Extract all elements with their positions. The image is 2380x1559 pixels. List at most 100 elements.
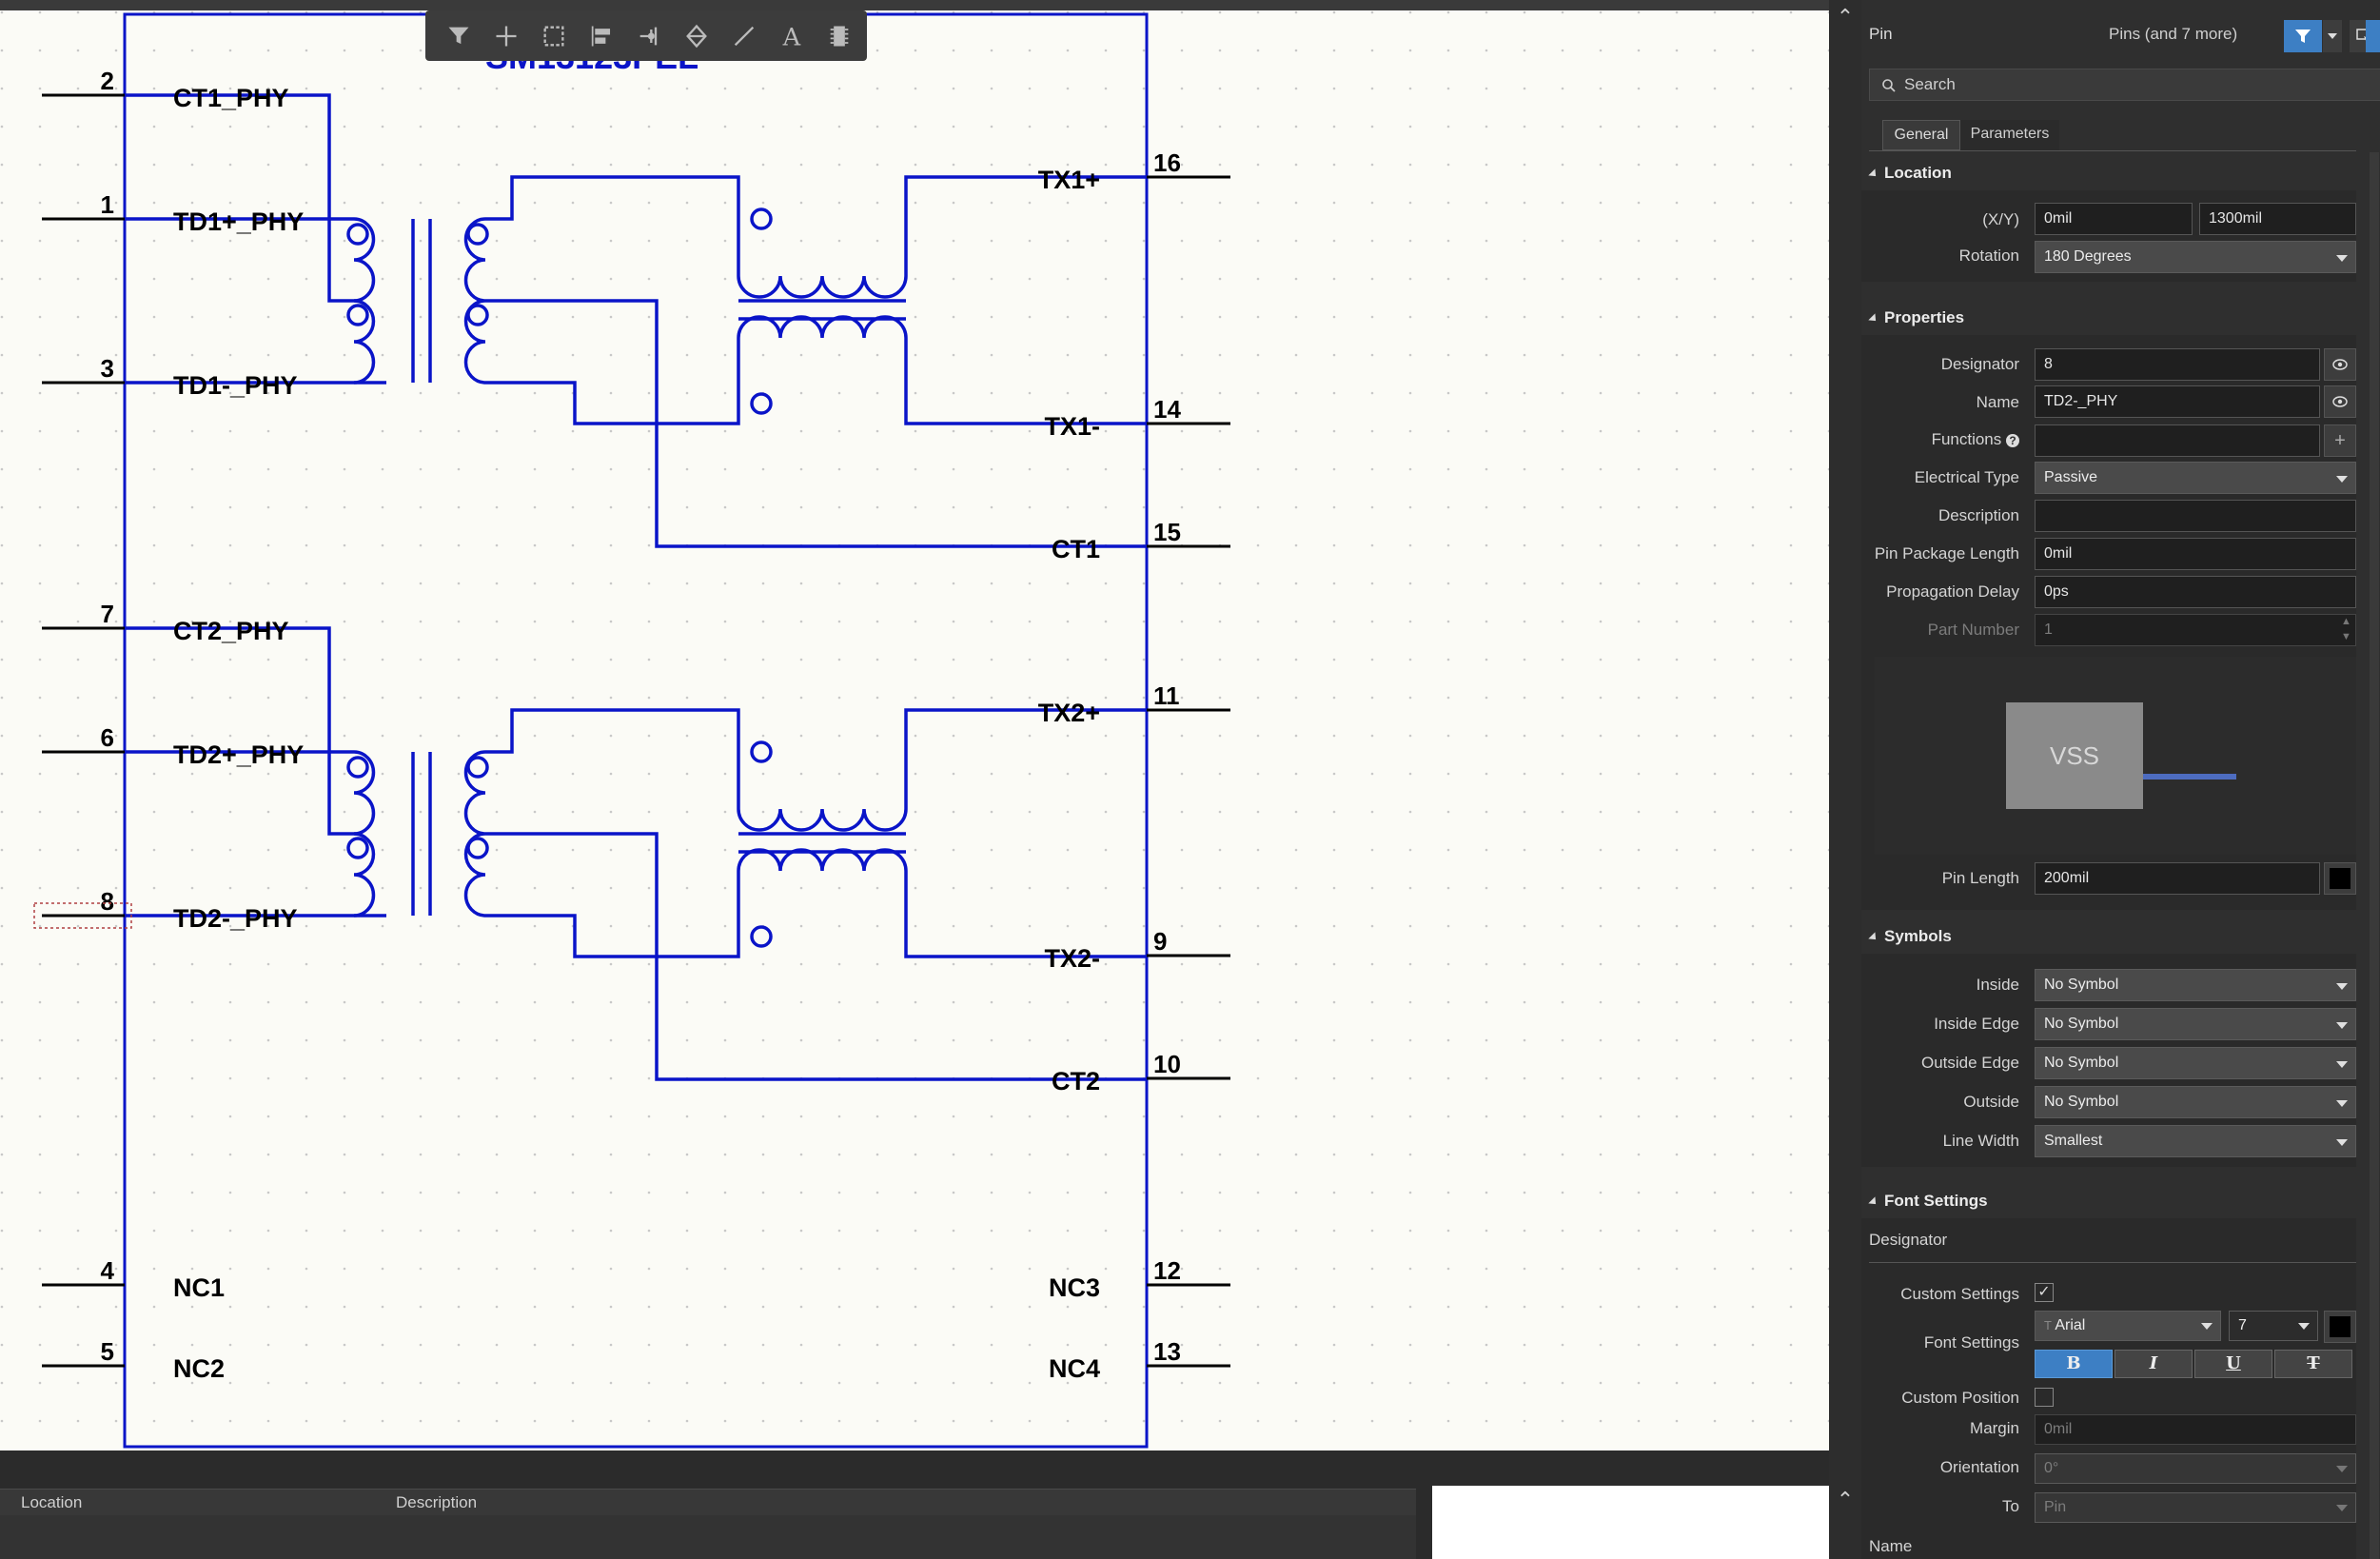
col-location[interactable]: Location — [21, 1493, 82, 1512]
pin-name: NC1 — [173, 1273, 225, 1302]
pin-preview: VSS — [1875, 657, 2356, 855]
outside-edge-select[interactable]: No Symbol — [2035, 1047, 2356, 1079]
fill-icon[interactable] — [673, 15, 720, 57]
select-rect-icon[interactable] — [530, 15, 578, 57]
tab-general[interactable]: General — [1882, 120, 1960, 150]
preview-box: VSS — [2006, 702, 2143, 809]
pin-number: 3 — [101, 354, 114, 383]
splitter[interactable] — [1829, 0, 1861, 1559]
pin-number: 11 — [1153, 681, 1180, 710]
margin-label: Margin — [1970, 1419, 2019, 1437]
pin-number: 6 — [101, 723, 114, 752]
outside-label: Outside — [1963, 1093, 2019, 1111]
pin-number: 1 — [101, 190, 114, 219]
search-input[interactable]: Search — [1869, 69, 2380, 101]
pin-name: TD1-_PHY — [173, 371, 298, 400]
add-function-icon[interactable]: + — [2324, 424, 2356, 457]
panel-divider — [0, 1450, 1829, 1489]
pin-icon[interactable] — [625, 15, 673, 57]
designator-visibility-icon[interactable] — [2324, 348, 2356, 381]
name-subheader: Name — [1869, 1537, 1913, 1555]
help-icon[interactable]: ? — [2006, 434, 2019, 447]
top-tab-strip — [0, 0, 1829, 10]
panel-scrollbar[interactable] — [2370, 152, 2379, 1559]
filter-dropdown-icon[interactable] — [2323, 20, 2342, 52]
font-color-swatch[interactable] — [2324, 1311, 2356, 1343]
expand-up-icon[interactable]: ⌃ — [1829, 1487, 1861, 1513]
name-label: Name — [1976, 393, 2019, 411]
symbols-section-header[interactable]: Symbols — [1868, 927, 1952, 946]
schematic-canvas[interactable]: SM13123PEL 2CT1_PHY1TD1+_PHY3TD1-_PHY7CT… — [0, 10, 1829, 1450]
functions-field[interactable] — [2035, 424, 2320, 457]
pin-number: 2 — [101, 67, 114, 95]
part-number-spinner-icon: ▲ ▼ — [2341, 616, 2351, 642]
collapse-up-icon[interactable]: ⌃ — [1829, 4, 1861, 30]
name-field[interactable]: TD2-_PHY — [2035, 385, 2320, 418]
properties-section-header[interactable]: Properties — [1868, 308, 1964, 327]
propagation-delay-field[interactable]: 0ps — [2035, 576, 2356, 608]
filter-icon[interactable] — [2284, 20, 2322, 52]
name-visibility-icon[interactable] — [2324, 385, 2356, 418]
font-select[interactable]: T Arial — [2035, 1311, 2221, 1341]
pin-length-field[interactable]: 200mil — [2035, 862, 2320, 895]
to-label: To — [2002, 1497, 2019, 1515]
subheader-divider — [1869, 1262, 2356, 1263]
crosshair-icon[interactable] — [482, 15, 530, 57]
pin-name: NC4 — [1049, 1354, 1100, 1383]
select-mode-active-icon[interactable] — [2366, 20, 2380, 52]
pin-name: CT1 — [1052, 535, 1100, 563]
pin-name: TX2+ — [1038, 699, 1100, 727]
pin-number: 12 — [1153, 1256, 1181, 1285]
underline-button[interactable]: U — [2194, 1350, 2272, 1378]
bold-button[interactable]: B — [2035, 1350, 2113, 1378]
functions-label: Functions ? — [1861, 430, 2019, 449]
pin-number: 15 — [1153, 518, 1181, 546]
line-icon[interactable] — [720, 15, 768, 57]
pin-name: TD2-_PHY — [173, 904, 298, 933]
inside-edge-select[interactable]: No Symbol — [2035, 1008, 2356, 1040]
location-section-header[interactable]: Location — [1868, 164, 1952, 183]
pin-number: 13 — [1153, 1337, 1181, 1366]
line-width-label: Line Width — [1942, 1132, 2019, 1150]
inside-label: Inside — [1976, 976, 2019, 994]
x-field[interactable]: 0mil — [2035, 203, 2193, 235]
pin-name: TX1- — [1044, 412, 1100, 441]
align-icon[interactable] — [578, 15, 625, 57]
pin-color-swatch[interactable] — [2324, 862, 2356, 895]
rotation-label: Rotation — [1958, 247, 2019, 265]
propagation-delay-label: Propagation Delay — [1886, 582, 2019, 601]
text-icon[interactable]: A — [768, 15, 816, 57]
part-icon[interactable] — [816, 15, 863, 57]
custom-position-checkbox[interactable] — [2035, 1388, 2054, 1407]
inside-select[interactable]: No Symbol — [2035, 969, 2356, 1001]
inside-edge-label: Inside Edge — [1934, 1015, 2019, 1033]
margin-field: 0mil — [2035, 1414, 2356, 1445]
custom-settings-checkbox[interactable]: ✓ — [2035, 1283, 2054, 1302]
font-settings-section-header[interactable]: Font Settings — [1868, 1192, 1988, 1211]
electrical-type-select[interactable]: Passive — [2035, 462, 2356, 494]
svg-text:A: A — [782, 23, 801, 49]
line-width-select[interactable]: Smallest — [2035, 1125, 2356, 1157]
description-field[interactable] — [2035, 500, 2356, 532]
outside-select[interactable]: No Symbol — [2035, 1086, 2356, 1118]
font-size-select[interactable]: 7 — [2229, 1311, 2318, 1341]
tab-parameters[interactable]: Parameters — [1960, 120, 2059, 150]
preview-pin-line — [2143, 774, 2236, 780]
rotation-select[interactable]: 180 Degrees — [2035, 241, 2356, 273]
orientation-select: 0° — [2035, 1453, 2356, 1484]
designator-field[interactable]: 8 — [2035, 348, 2320, 381]
pin-package-length-field[interactable]: 0mil — [2035, 538, 2356, 570]
pin-number: 7 — [101, 600, 114, 628]
pin-number: 10 — [1153, 1050, 1181, 1078]
strikethrough-button[interactable]: T — [2274, 1350, 2352, 1378]
electrical-type-label: Electrical Type — [1914, 468, 2019, 486]
italic-button[interactable]: I — [2114, 1350, 2193, 1378]
y-field[interactable]: 1300mil — [2199, 203, 2356, 235]
pin-name: TX2- — [1044, 944, 1100, 973]
filter-summary: Pins (and 7 more) — [2109, 25, 2238, 43]
part-number-field: 1 — [2035, 614, 2356, 646]
filter-icon[interactable] — [435, 15, 482, 57]
properties-panel: Pin Pins (and 7 more) Search General Par… — [1861, 0, 2380, 1559]
col-description[interactable]: Description — [396, 1493, 477, 1512]
description-label: Description — [1937, 506, 2019, 524]
